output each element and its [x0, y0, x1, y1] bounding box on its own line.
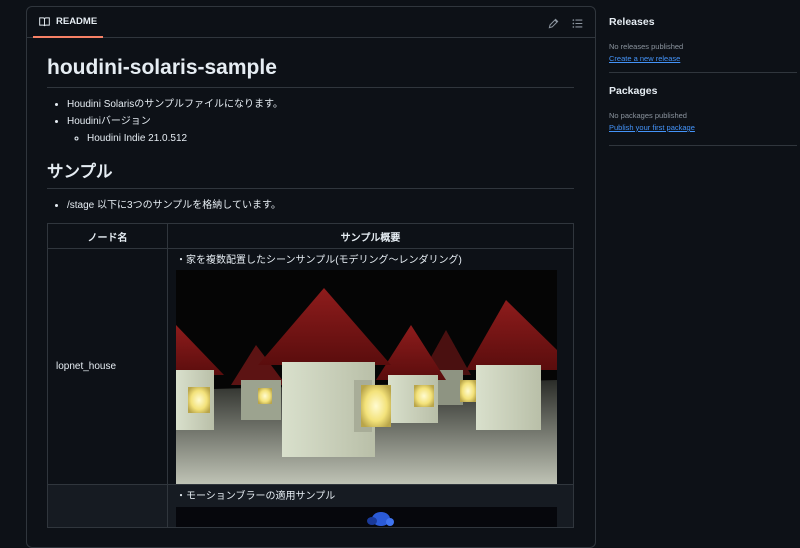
- table-row: ・モーションブラーの適用サンプル: [47, 484, 574, 528]
- readme-tab-label: README: [56, 16, 98, 27]
- publish-package-link[interactable]: Publish your first package: [609, 123, 794, 132]
- list-item: Houdiniバージョン Houdini Indie 21.0.512: [67, 113, 574, 147]
- node-name-cell: lopnet_house: [47, 248, 168, 485]
- readme-header: README: [27, 7, 595, 38]
- packages-section: Packages No packages published Publish y…: [609, 85, 794, 132]
- description-cell: ・家を複数配置したシーンサンプル(モデリング～レンダリング): [167, 248, 574, 485]
- page-title: houdini-solaris-sample: [47, 55, 574, 88]
- description-cell: ・モーションブラーの適用サンプル: [167, 484, 574, 528]
- list-item-label: Houdiniバージョン: [67, 116, 151, 127]
- house-render-image: [176, 270, 557, 484]
- readme-tab[interactable]: README: [33, 7, 104, 38]
- sidebar-divider: [609, 72, 797, 73]
- intro-list: Houdini Solarisのサンプルファイルになります。 Houdiniバー…: [47, 96, 574, 147]
- releases-status: No releases published: [609, 42, 684, 51]
- create-release-link[interactable]: Create a new release: [609, 54, 794, 63]
- readme-content: houdini-solaris-sample Houdini Solarisのサ…: [47, 55, 574, 528]
- list-item: /stage 以下に3つのサンプルを格納しています。: [67, 197, 574, 214]
- pencil-icon[interactable]: [548, 16, 559, 34]
- sidebar-divider: [609, 145, 797, 146]
- list-item: Houdini Solarisのサンプルファイルになります。: [67, 96, 574, 113]
- book-icon: [39, 16, 50, 27]
- table-row: lopnet_house ・家を複数配置したシーンサンプル(モデリング～レンダリ…: [47, 248, 574, 485]
- section-heading: サンプル: [47, 161, 574, 189]
- stage-list: /stage 以下に3つのサンプルを格納しています。: [47, 197, 574, 214]
- column-header: サンプル概要: [167, 223, 574, 249]
- column-header: ノード名: [47, 223, 168, 249]
- version-list: Houdini Indie 21.0.512: [67, 130, 574, 147]
- node-name-cell: [47, 484, 168, 528]
- table-header-row: ノード名 サンプル概要: [47, 223, 574, 249]
- readme-panel: README houdini-solaris-sample Houdini So…: [26, 6, 596, 548]
- packages-status: No packages published: [609, 111, 687, 120]
- sample-caption: ・家を複数配置したシーンサンプル(モデリング～レンダリング): [176, 255, 462, 266]
- list-unordered-icon[interactable]: [572, 16, 583, 34]
- samples-table: ノード名 サンプル概要 lopnet_house ・家を複数配置したシーンサンプ…: [47, 223, 574, 528]
- motion-blur-render-image: [176, 507, 557, 527]
- releases-title: Releases: [609, 16, 655, 28]
- list-item: Houdini Indie 21.0.512: [87, 130, 574, 147]
- sample-caption: ・モーションブラーの適用サンプル: [176, 491, 336, 502]
- releases-section: Releases No releases published Create a …: [609, 16, 794, 63]
- packages-title: Packages: [609, 85, 658, 97]
